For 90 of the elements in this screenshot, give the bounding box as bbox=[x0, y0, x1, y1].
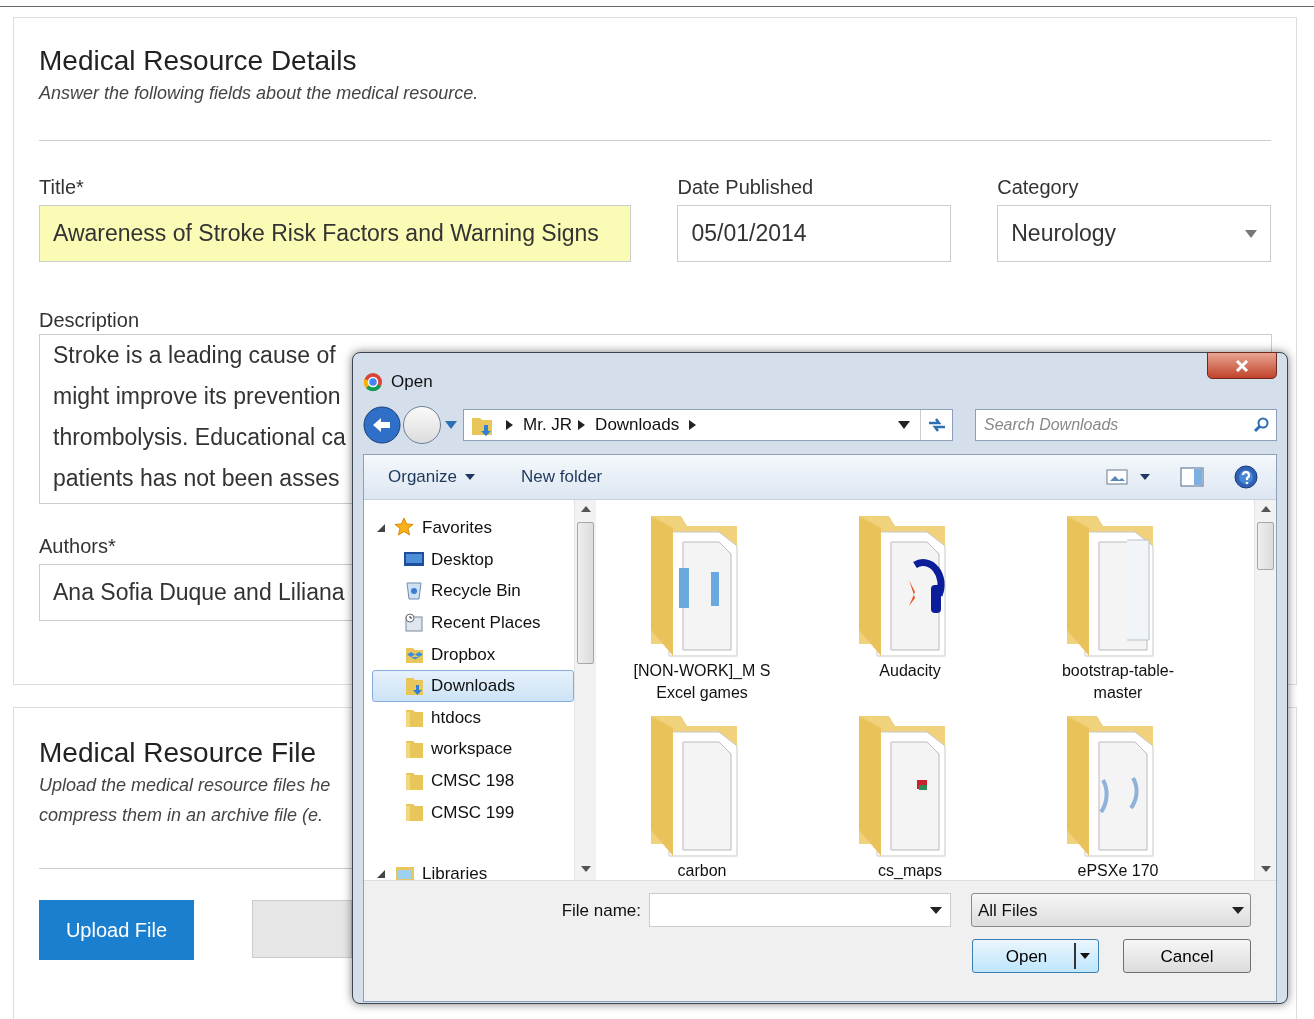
tree-label: Recent Places bbox=[431, 612, 541, 635]
tree-label: Favorites bbox=[422, 517, 492, 540]
view-icon bbox=[1106, 468, 1128, 487]
caret-icon bbox=[445, 421, 457, 429]
breadcrumb-link[interactable]: Mr. JR bbox=[523, 412, 573, 438]
file-name-field[interactable] bbox=[649, 893, 951, 928]
caret-icon bbox=[930, 906, 942, 914]
date-field[interactable]: 05/01/2014 bbox=[677, 205, 952, 262]
scroll-down-icon bbox=[581, 866, 591, 873]
tree-item[interactable]: Desktop bbox=[372, 543, 574, 576]
upload-button[interactable]: Upload File bbox=[39, 900, 194, 960]
file-name[interactable]: carbon bbox=[627, 860, 777, 881]
file-name[interactable]: cs_maps bbox=[835, 860, 985, 881]
caret-icon bbox=[1245, 229, 1257, 238]
back-icon bbox=[363, 406, 401, 444]
forward-button[interactable] bbox=[403, 406, 441, 444]
select-value: Neurology bbox=[1011, 219, 1117, 248]
file-type-select[interactable]: All Files bbox=[971, 893, 1251, 928]
caret-icon bbox=[1232, 906, 1244, 914]
tree-label: htdocs bbox=[431, 706, 482, 729]
field-label: Authors* bbox=[39, 534, 117, 558]
file-name[interactable]: ePSXe 170 bbox=[1043, 860, 1193, 881]
tree-item[interactable]: CMSC 198 bbox=[372, 765, 574, 797]
chevron-icon bbox=[506, 420, 513, 430]
section-title: Medical Resource File bbox=[39, 736, 316, 770]
secondary-button[interactable] bbox=[252, 900, 352, 958]
folder-icon bbox=[403, 675, 425, 697]
folder-icon bbox=[403, 801, 425, 824]
file-name[interactable]: [NON-WORK]_M S Excel games bbox=[627, 660, 777, 705]
tree-item[interactable]: Libraries bbox=[372, 858, 574, 881]
tree-item[interactable]: Recent Places bbox=[372, 607, 574, 639]
close-icon bbox=[1235, 359, 1249, 372]
cancel-button[interactable]: Cancel bbox=[1123, 939, 1251, 974]
caret-icon bbox=[465, 474, 475, 481]
tree-item[interactable]: Favorites bbox=[372, 512, 574, 544]
section-title: Medical Resource Details bbox=[39, 44, 357, 78]
file-name[interactable]: Audacity bbox=[835, 660, 985, 683]
clock-icon bbox=[403, 611, 425, 634]
tree-label: CMSC 199 bbox=[431, 801, 515, 824]
section-subtitle: Answer the following fields about the medical resource. bbox=[39, 82, 479, 105]
tree-label: workspace bbox=[431, 738, 513, 761]
field-label: Category bbox=[997, 175, 1080, 199]
scrollbar[interactable] bbox=[1254, 500, 1276, 881]
scroll-up-icon bbox=[581, 506, 591, 513]
help-icon bbox=[1234, 465, 1258, 490]
refresh-icon bbox=[926, 416, 947, 434]
recycle-bin-icon bbox=[403, 580, 425, 603]
file-name[interactable]: bootstrap-table-master bbox=[1043, 660, 1193, 705]
tree-item[interactable]: Dropbox bbox=[372, 638, 574, 671]
section-subtitle: Upload the medical resource files he compress them in an archive file (e. bbox=[39, 774, 331, 827]
title-field[interactable]: Awareness of Stroke Risk Factors and Warning Signs bbox=[39, 205, 632, 262]
tree-item[interactable]: htdocs bbox=[372, 701, 574, 734]
tree-label: Dropbox bbox=[431, 643, 496, 666]
field-label: Title* bbox=[39, 175, 85, 199]
field-label: File name: bbox=[561, 899, 641, 922]
close-button[interactable] bbox=[1207, 352, 1277, 379]
caret-icon bbox=[898, 421, 910, 429]
search-field[interactable]: Search Downloads bbox=[975, 409, 1277, 441]
tree-item[interactable]: workspace bbox=[372, 733, 574, 765]
tree-label: Desktop bbox=[431, 548, 494, 571]
scroll-down-icon bbox=[1261, 866, 1271, 873]
scroll-thumb[interactable] bbox=[577, 522, 594, 665]
address-bar[interactable]: Mr. JR Downloads bbox=[463, 409, 953, 441]
preview-pane-icon bbox=[1180, 467, 1204, 488]
breadcrumb-link[interactable]: Downloads bbox=[595, 412, 680, 438]
tree-label: CMSC 198 bbox=[431, 770, 515, 793]
select-value: All Files bbox=[978, 899, 1038, 922]
scroll-thumb[interactable] bbox=[1257, 522, 1274, 571]
tree-item[interactable]: Downloads bbox=[372, 670, 574, 702]
scroll-up-icon bbox=[1261, 506, 1271, 513]
tree-item[interactable]: CMSC 199 bbox=[372, 796, 574, 829]
dialog-title: Open bbox=[391, 371, 433, 393]
caret-icon bbox=[1074, 941, 1092, 972]
browser-icon bbox=[363, 371, 383, 392]
tree-label: Downloads bbox=[431, 675, 516, 698]
search-icon bbox=[1253, 417, 1269, 433]
new-folder-button[interactable]: New folder bbox=[521, 464, 603, 490]
field-label: Description bbox=[39, 308, 141, 332]
organize-menu[interactable]: Organize bbox=[388, 464, 475, 490]
tree-item[interactable]: Recycle Bin bbox=[372, 575, 574, 608]
field-label: Date Published bbox=[677, 175, 815, 199]
open-button[interactable]: Open bbox=[972, 939, 1099, 974]
chevron-icon bbox=[578, 420, 586, 430]
tree-label: Recycle Bin bbox=[431, 580, 521, 603]
tree-label: Libraries bbox=[422, 863, 488, 881]
scrollbar[interactable] bbox=[574, 500, 596, 881]
chevron-icon bbox=[689, 420, 697, 430]
folder-icon bbox=[403, 738, 425, 761]
category-select[interactable]: Neurology bbox=[997, 205, 1271, 262]
caret-icon bbox=[1140, 474, 1150, 481]
